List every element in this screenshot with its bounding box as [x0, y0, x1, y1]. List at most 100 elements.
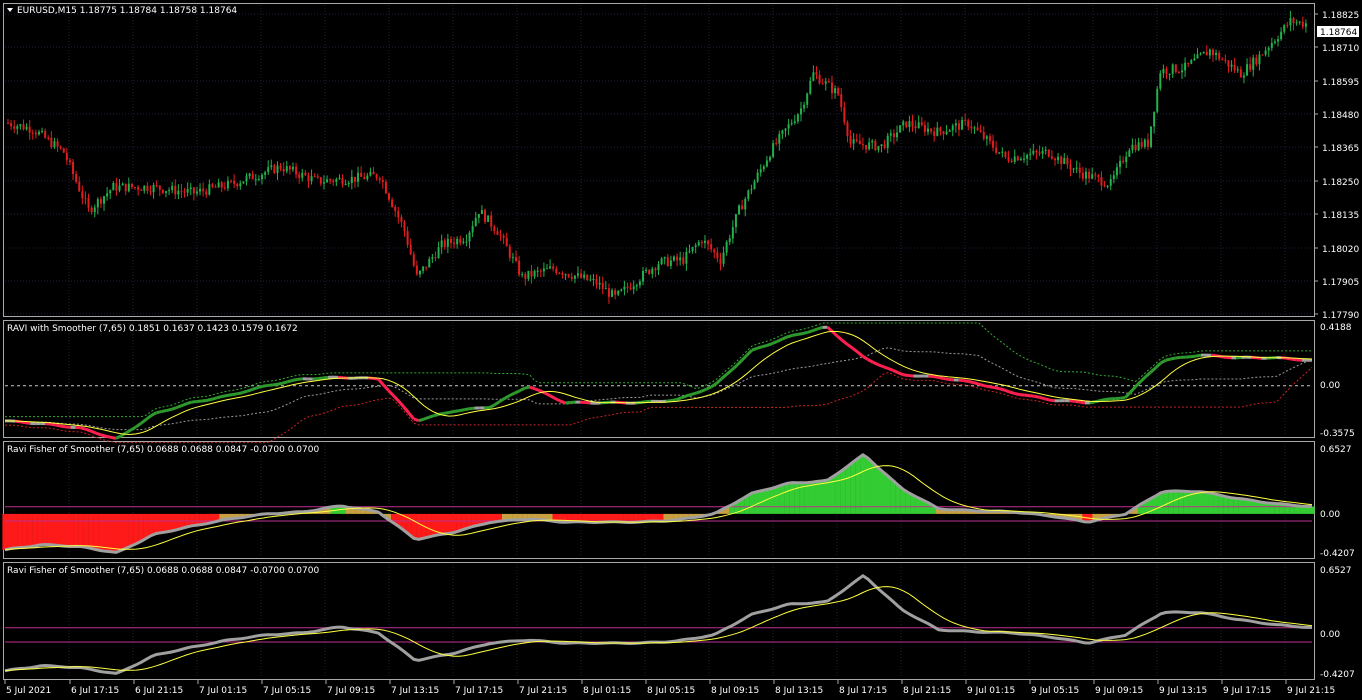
- candle-body: [812, 72, 815, 81]
- candle-body: [731, 227, 734, 239]
- candle-body: [818, 74, 821, 84]
- candle-body: [50, 137, 53, 148]
- candle-body: [487, 215, 490, 222]
- candle-body: [155, 185, 158, 187]
- time-label-6: 7 Jul 13:15: [391, 686, 439, 696]
- candle-body: [1304, 23, 1307, 27]
- candle-body: [821, 83, 824, 85]
- candle-body: [967, 120, 970, 127]
- fisher-panel-2-frame[interactable]: [3, 562, 1315, 680]
- candle-body: [425, 266, 428, 268]
- ravi-segment: [1074, 399, 1081, 404]
- candle-body: [672, 256, 675, 261]
- candle-body: [245, 176, 248, 182]
- price-tick-4: 1.18365: [1322, 144, 1359, 154]
- fisher-fill-bar: [1198, 491, 1204, 514]
- candle-body: [75, 173, 78, 182]
- candle-body: [570, 276, 573, 279]
- chart-window[interactable]: EURUSD,M15 1.18775 1.18784 1.18758 1.187…: [0, 0, 1362, 700]
- candle-body: [1019, 159, 1022, 161]
- ravi-segment: [166, 407, 172, 412]
- candle-body: [747, 190, 750, 199]
- candle-body: [796, 114, 799, 122]
- candle-body: [988, 136, 991, 141]
- candle-body: [1026, 154, 1029, 159]
- fisher-fill-bar: [1173, 490, 1179, 514]
- fisher-fill-bar: [138, 513, 144, 542]
- fisher-fill-bar: [143, 513, 149, 539]
- price-tick-9: 1.17790: [1322, 311, 1359, 321]
- candle-body: [313, 176, 316, 178]
- ravi-segment: [963, 379, 970, 383]
- candle-body: [923, 124, 926, 132]
- fisher-panel-1-frame[interactable]: [3, 441, 1315, 559]
- ravi-segment: [216, 395, 223, 400]
- candle-body: [1171, 64, 1174, 74]
- candle-body: [1094, 174, 1097, 176]
- fisher-fill-bar: [1263, 502, 1270, 514]
- candle-body: [1280, 31, 1283, 40]
- ravi-segment: [938, 375, 944, 381]
- fisher-fill-bar: [73, 513, 79, 547]
- candle-body: [1128, 150, 1131, 157]
- fisher-fill-bar: [42, 513, 48, 545]
- ravi-segment: [1069, 399, 1075, 403]
- ravi-segment: [685, 393, 692, 398]
- candle-body: [734, 214, 737, 228]
- candle-body: [623, 286, 626, 290]
- candle-body: [1066, 157, 1069, 165]
- time-axis: 5 Jul 2021 6 Jul 17:15 6 Jul 21:15 7 Jul 01…: [4, 680, 1335, 696]
- fisher-fill-bar: [168, 513, 175, 532]
- candle-body: [208, 184, 211, 195]
- fisher-fill-bar: [416, 513, 422, 540]
- candle-body: [174, 185, 177, 195]
- candle-body: [849, 135, 852, 144]
- candle-body: [970, 126, 973, 129]
- ravi-segment: [453, 409, 460, 414]
- candle-body: [239, 183, 242, 187]
- candle-body: [598, 282, 601, 285]
- candle-body: [99, 199, 102, 204]
- candle-body: [254, 179, 257, 181]
- candle-body: [508, 246, 511, 258]
- time-label-17: 9 Jul 09:15: [1095, 686, 1143, 696]
- candle-body: [335, 179, 338, 182]
- ravi-segment: [50, 422, 56, 427]
- ravi-segment: [1079, 400, 1086, 405]
- time-label-20: 9 Jul 21:15: [1287, 686, 1335, 696]
- ravi-segment: [413, 417, 420, 423]
- candle-body: [790, 123, 793, 125]
- fisher-fill-bar: [118, 513, 124, 551]
- candle-body: [295, 166, 298, 175]
- candle-body: [1075, 167, 1078, 169]
- candle-body: [1180, 70, 1183, 73]
- candle-body: [663, 257, 666, 259]
- fisher-fill-bar: [27, 513, 33, 547]
- ravi-segment: [211, 396, 218, 401]
- candle-body: [762, 166, 765, 170]
- candle-body: [961, 119, 964, 130]
- ravi-segment: [968, 380, 975, 385]
- candle-body: [858, 140, 861, 145]
- candle-body: [552, 266, 555, 269]
- fisher-fill-bar: [835, 473, 841, 514]
- candle-body: [899, 125, 902, 133]
- fisher-fill-bar: [456, 513, 462, 531]
- ravi-segment: [423, 415, 430, 421]
- ravi-segment: [973, 381, 980, 386]
- candle-body: [381, 179, 384, 182]
- ravi-segment: [897, 371, 904, 377]
- fisher-fill-bar: [885, 476, 891, 514]
- ravi-segment: [262, 383, 268, 388]
- candle-body: [1230, 64, 1233, 67]
- ravi-segment: [463, 407, 470, 412]
- candle-body: [772, 143, 775, 157]
- candle-body: [753, 181, 756, 190]
- ravi-segment: [524, 385, 531, 390]
- fisher-fill-bar: [840, 469, 846, 514]
- fisher-fill-bar: [128, 513, 134, 547]
- candle-body: [363, 176, 366, 180]
- ravi-segment: [978, 382, 985, 388]
- candle-body: [896, 132, 899, 138]
- candle-body: [920, 122, 923, 125]
